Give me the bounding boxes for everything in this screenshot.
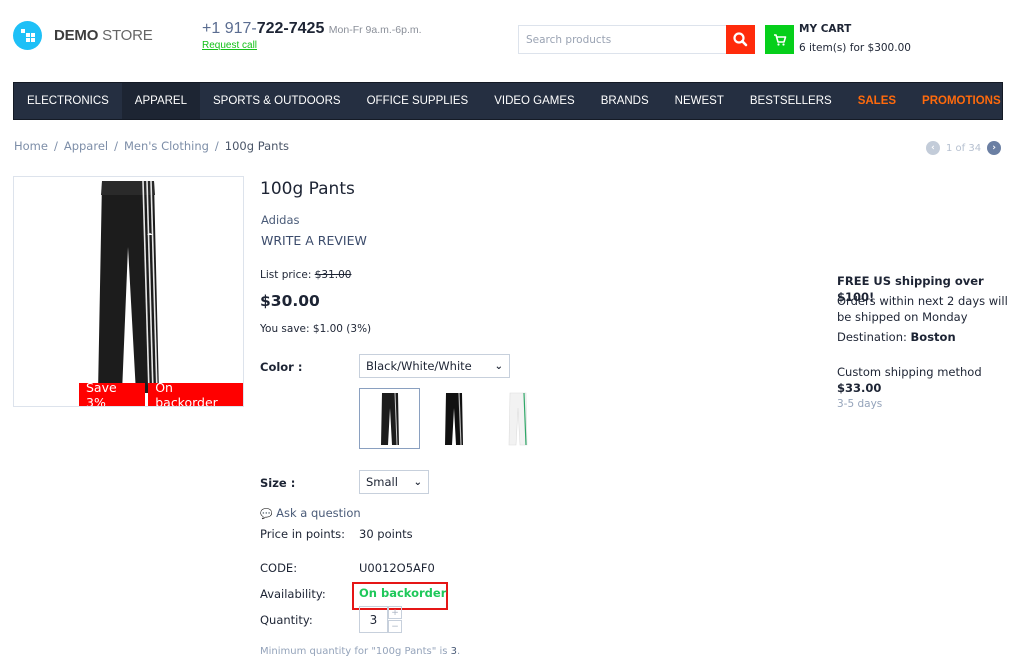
shipping-orders-line1: Orders within next 2 days will [837,294,1008,308]
nav-item-electronics[interactable]: ELECTRONICS [14,83,122,119]
availability-value: On backorder [359,586,447,600]
size-select-value: Small [366,475,398,489]
shipping-method-days: 3-5 days [837,395,882,412]
breadcrumb-apparel[interactable]: Apparel [64,139,108,153]
quantity-input[interactable]: 3 [359,606,388,633]
breadcrumb-current: 100g Pants [224,139,289,153]
availability-label: Availability: [260,587,326,601]
chevron-left-icon[interactable]: ‹ [926,141,940,155]
cart-icon [774,34,787,46]
list-price: List price: $31.00 [260,269,351,281]
color-thumb-white-green[interactable] [487,388,548,449]
phone-main: 722-7425 [256,20,325,37]
nav-item-bestsellers[interactable]: BESTSELLERS [737,83,845,119]
shipping-method-price: $33.00 [837,381,882,395]
destination-value[interactable]: Boston [911,330,956,344]
nav-item-sports-outdoors[interactable]: SPORTS & OUTDOORS [200,83,354,119]
quantity-increase-button[interactable]: + [388,606,402,619]
method-days: 3-5 days [837,398,883,410]
ask-question-link[interactable]: 💬 Ask a question [260,506,361,520]
product-pager: ‹ 1 of 34 › [926,141,1002,155]
logo-bold: DEMO [54,27,99,44]
product-price: $30.00 [260,292,320,310]
color-select-value: Black/White/White [366,359,472,373]
code-value: U0012O5AF0 [359,561,435,575]
size-select[interactable]: Small ⌄ [359,470,429,494]
breadcrumb-separator: / [114,139,118,153]
phone-prefix: +1 917- [202,20,257,37]
points-value: 30 points [359,527,413,541]
chat-bubble-icon: 💬 [260,509,273,520]
request-call-link[interactable]: Request call [202,40,257,51]
nav-item-video-games[interactable]: VIDEO GAMES [481,83,588,119]
chevron-down-icon: ⌄ [413,476,422,488]
shipping-method: Custom shipping method [837,365,982,379]
shipping-orders-line2: be shipped on Monday [837,310,968,324]
cart-title[interactable]: MY CART [799,23,851,35]
search-icon [733,32,748,47]
pants-image [98,180,159,394]
breadcrumb-mens-clothing[interactable]: Men's Clothing [124,139,209,153]
search-button[interactable] [726,25,755,54]
breadcrumb: Home / Apparel / Men's Clothing / 100g Pants [14,139,289,153]
breadcrumb-home[interactable]: Home [14,139,48,153]
main-nav: ELECTRONICS APPAREL SPORTS & OUTDOORS OF… [13,82,1003,120]
min-qty-suffix: . [457,646,461,657]
color-thumb-black-white-white[interactable] [359,388,420,449]
size-label: Size : [260,476,296,490]
ask-question-label: Ask a question [276,506,361,520]
brand-link[interactable]: Adidas [261,213,300,227]
cart-summary[interactable]: 6 item(s) for $300.00 [799,42,911,54]
save-badge: Save 3% [79,380,146,406]
chevron-right-icon[interactable]: › [987,141,1002,155]
write-review-link[interactable]: WRITE A REVIEW [261,233,367,248]
list-price-value: $31.00 [314,269,352,281]
code-label: CODE: [260,561,298,575]
shipping-destination: Destination: Boston [837,329,956,345]
destination-label: Destination: [837,330,907,344]
product-title: 100g Pants [260,179,355,199]
color-thumb-black-white[interactable] [423,388,484,449]
nav-item-brands[interactable]: BRANDS [588,83,662,119]
search-input[interactable] [518,25,727,54]
nav-item-sales[interactable]: SALES [845,83,909,119]
pager-text: 1 of 34 [946,142,982,154]
quantity-label: Quantity: [260,613,313,627]
list-price-label: List price: [260,269,312,281]
min-qty-text: Minimum quantity for "100g Pants" is [260,646,451,657]
product-main-image[interactable]: Save 3% On backorder [13,176,244,407]
nav-item-office-supplies[interactable]: OFFICE SUPPLIES [354,83,482,119]
breadcrumb-separator: / [214,139,219,153]
chevron-down-icon: ⌄ [494,360,503,372]
breadcrumb-separator: / [53,139,58,153]
nav-item-promotions[interactable]: PROMOTIONS [909,83,1014,119]
color-select[interactable]: Black/White/White ⌄ [359,354,510,378]
phone-number: +1 917-722-7425 Mon-Fr 9a.m.-6p.m. [202,20,422,38]
min-quantity-note: Minimum quantity for "100g Pants" is 3. [260,646,460,657]
color-label: Color : [260,360,303,374]
backorder-badge: On backorder [148,380,243,406]
quantity-decrease-button[interactable]: − [388,620,402,633]
color-thumbnails [359,388,548,449]
you-save: You save: $1.00 (3%) [260,323,372,335]
points-label: Price in points: [260,527,346,541]
business-hours: Mon-Fr 9a.m.-6p.m. [328,24,422,36]
logo-light: STORE [102,27,153,44]
nav-item-apparel[interactable]: APPAREL [121,83,200,119]
logo-icon[interactable] [13,21,42,50]
nav-item-newest[interactable]: NEWEST [662,83,737,119]
cart-button[interactable] [765,25,794,54]
logo-text[interactable]: DEMO STORE [54,27,153,44]
